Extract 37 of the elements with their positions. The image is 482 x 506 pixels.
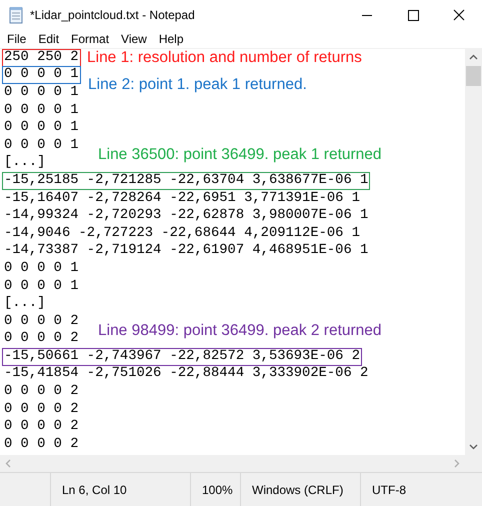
text-line: 0 0 0 0 2 [3,312,80,331]
menu-item[interactable]: View [116,32,154,46]
vertical-scrollbar[interactable] [465,49,482,455]
text-line: [...] [3,295,46,314]
text-line: 0 0 0 0 2 [3,400,80,419]
menu-item[interactable]: Edit [33,32,66,46]
annotation: Line 36500: point 36499. peak 1 returned [98,146,382,164]
annotation: Line 1: resolution and number of returns [87,49,362,67]
text-line: -14,99324 -2,720293 -22,62878 3,980007E-06 1 [3,207,370,226]
text-line: -15,41854 -2,751026 -22,88444 3,333902E-06 2 [3,365,370,384]
text-line: 0 0 0 0 1 [3,119,80,138]
annotation: Line 98499: point 36499. peak 2 returned [98,322,382,340]
status-field: Ln 6, Col 10 [50,473,190,506]
horizontal-scrollbar[interactable] [0,455,465,472]
text-line: 0 0 0 0 2 [3,418,80,436]
text-line: -14,9046 -2,727223 -22,68644 4,209112E-06 1 [3,224,362,243]
text-line: 0 0 0 0 1 [3,102,80,120]
text-line: 0 0 0 0 1 [3,260,80,278]
text-line: 0 0 0 0 1 [3,136,80,155]
status-field: Windows (CRLF) [240,473,360,506]
menu-item[interactable]: Help [154,32,191,46]
window-title: *Lidar_pointcloud.txt - Notepad [30,8,196,22]
menu-item[interactable]: File [2,32,34,46]
menu-item[interactable]: Format [66,32,116,46]
annotation: Line 2: point 1. peak 1 returned. [88,76,307,94]
text-line: 0 0 0 0 2 [3,383,80,402]
notepad-icon [8,6,24,24]
text-line: 0 0 0 0 1 [3,84,80,102]
scrollbar-thumb[interactable] [466,66,481,86]
status-field: UTF-8 [360,473,482,506]
text-line: 0 0 0 0 2 [3,436,80,454]
text-line: 0 0 0 0 1 [3,278,80,296]
text-line: [...] [3,154,46,172]
text-line: -15,16407 -2,728264 -22,6951 3,771391E-06 1 [3,190,362,208]
text-line: 0 0 0 0 2 [3,330,80,348]
text-line: -14,73387 -2,719124 -22,61907 4,468951E-06 1 [3,242,370,260]
status-field: 100% [190,473,240,506]
